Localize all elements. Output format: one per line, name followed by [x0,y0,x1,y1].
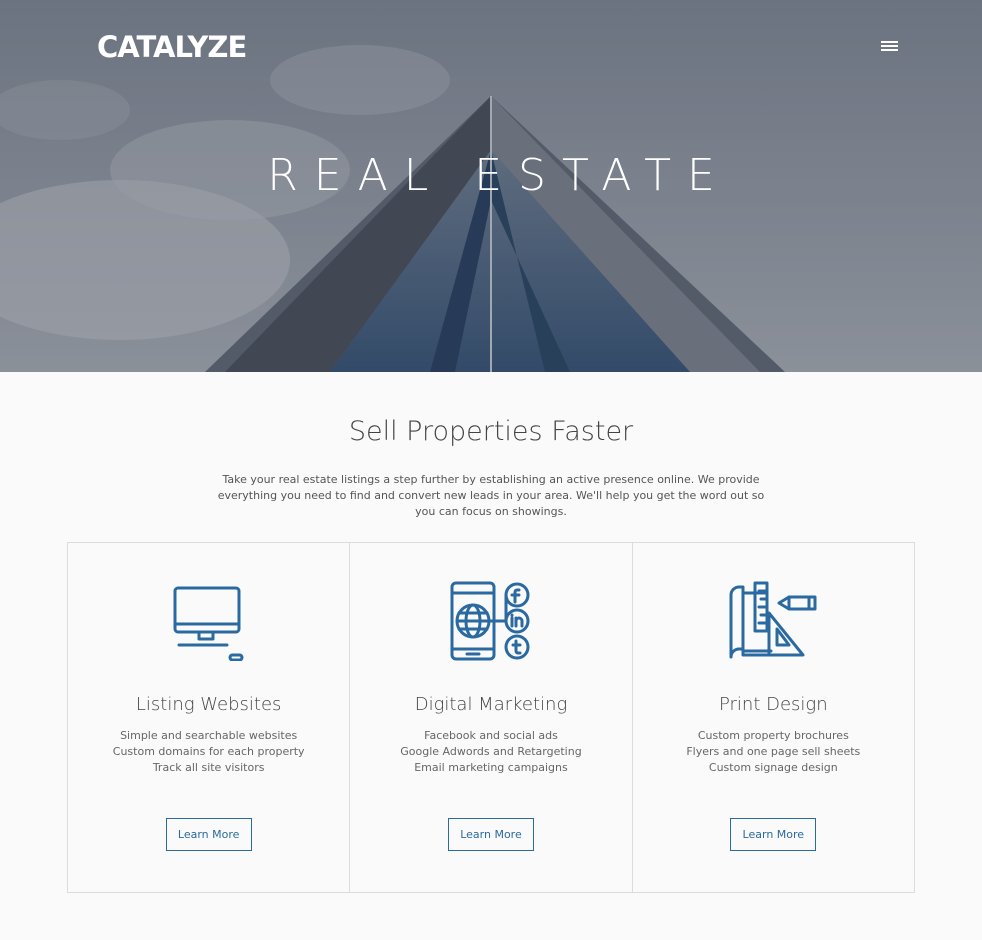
learn-more-button[interactable]: Learn More [730,818,817,851]
intro-paragraph: Take your real estate listings a step fu… [217,473,765,518]
hamburger-menu-icon[interactable] [881,41,898,52]
card-feature-list: Simple and searchable websites Custom do… [68,728,349,776]
desktop-computer-icon [173,586,244,661]
services-cards: Listing Websites Simple and searchable w… [67,542,915,893]
card-title: Print Design [718,694,828,715]
card-feature-list: Facebook and social ads Google Adwords a… [350,728,631,776]
feature-line: Facebook and social ads [424,729,558,742]
mobile-social-media-icon [450,581,530,661]
learn-more-button[interactable]: Learn More [447,818,534,851]
hero-banner: CATALYZE REAL ESTATE [0,0,982,372]
card-print-design: Print Design Custom property brochures F… [633,543,914,892]
card-title: Digital Marketing [414,694,568,715]
feature-line: Google Adwords and Retargeting [400,745,582,758]
card-title: Listing Websites [135,694,282,715]
feature-line: Custom property brochures [697,729,849,742]
card-feature-list: Custom property brochures Flyers and one… [633,728,914,776]
feature-line: Flyers and one page sell sheets [686,745,861,758]
feature-line: Email marketing campaigns [414,761,568,774]
intro-heading: Sell Properties Faster [348,416,634,447]
catalyze-logo[interactable]: CATALYZE [97,30,247,64]
card-digital-marketing: Digital Marketing Facebook and social ad… [350,543,633,892]
print-design-icon [729,581,817,659]
hero-title: REAL ESTATE [267,150,731,201]
feature-line: Custom signage design [708,761,838,774]
feature-line: Track all site visitors [152,761,265,774]
card-listing-websites: Listing Websites Simple and searchable w… [68,543,351,892]
learn-more-button[interactable]: Learn More [165,818,252,851]
feature-line: Simple and searchable websites [120,729,298,742]
feature-line: Custom domains for each property [112,745,305,758]
